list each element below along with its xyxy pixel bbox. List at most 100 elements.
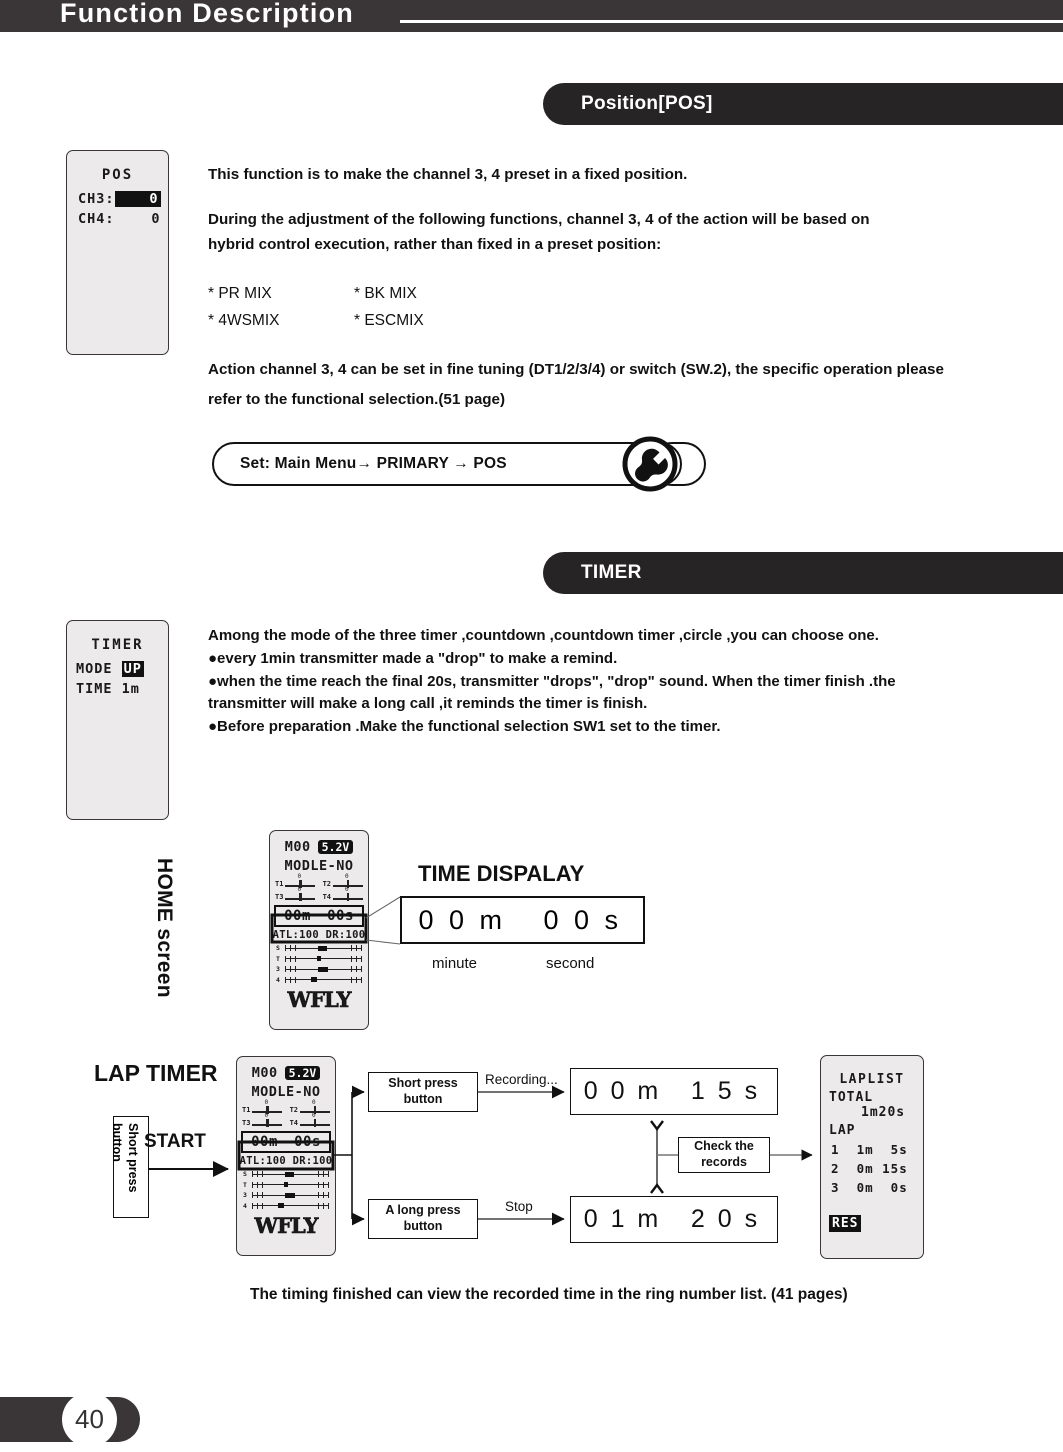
- timer-description: Among the mode of the three timer ,count…: [208, 625, 968, 739]
- battery-badge: 5.2V: [284, 1066, 321, 1080]
- pos-paragraph-2: During the adjustment of the following f…: [208, 211, 870, 253]
- lcd-pos-ch3-row: CH3: 0: [78, 191, 161, 207]
- bar-label: T: [243, 1180, 247, 1189]
- trim-t4: T4 0: [289, 1112, 330, 1127]
- set-path-capsule: Set: Main Menu→ PRIMARY → POS: [212, 442, 682, 486]
- home-timer-readout: 00m 00s: [274, 905, 364, 927]
- lcd-pos-ch4-label: CH4:: [78, 211, 115, 227]
- home-model-no: MODLE-NO: [284, 858, 354, 874]
- trim-indicators: T1 0 T2 0 T3 0 T4 0: [237, 1099, 335, 1127]
- long-press-button-box: A long press button: [368, 1199, 478, 1239]
- recording-time-display: 0 0 m 1 5 s: [570, 1068, 778, 1115]
- set-path-text: Set: Main Menu→ PRIMARY → POS: [240, 455, 507, 472]
- lcd-timer-time-label: TIME: [76, 681, 113, 697]
- bar-label: T: [276, 954, 280, 963]
- lcd-laplist-screen: LAPLIST TOTAL 1m20s LAP 1 1m 5s 2 0m 15s…: [820, 1055, 924, 1259]
- trim-row: T3 0 T4 0: [242, 1112, 330, 1127]
- start-label: START: [144, 1131, 206, 1152]
- bar-label: 4: [276, 975, 280, 984]
- trim-label: T4: [322, 893, 331, 901]
- stop-label: Stop: [505, 1199, 533, 1214]
- trim-label: T1: [242, 1106, 251, 1114]
- timer-line: Among the mode of the three timer ,count…: [208, 627, 879, 644]
- trim-label: T2: [322, 880, 331, 888]
- lcd-timer-screen: TIMER MODE UP TIME 1m: [66, 620, 169, 820]
- timer-line: ●when the time reach the final 20s, tran…: [208, 672, 896, 713]
- bar-label: S: [243, 1170, 247, 1178]
- laplist-row: 2 0m 15s: [831, 1161, 908, 1176]
- page-number: 40: [62, 1392, 117, 1447]
- home-channel-bars: S T 3 4: [270, 944, 368, 984]
- page-header-bar: Function Description: [0, 0, 1063, 32]
- bar-track: [252, 1192, 329, 1199]
- stopped-seconds: 2 0 s: [690, 1205, 761, 1233]
- laplist-res-button[interactable]: RES: [829, 1215, 862, 1232]
- trim-t2: T2 0: [290, 1099, 330, 1114]
- lcd-timer-mode-row: MODE UP: [76, 661, 144, 677]
- trim-zero: 0: [312, 1099, 316, 1106]
- trim-zero: 0: [297, 886, 302, 893]
- trim-bar-icon: 0: [285, 886, 316, 901]
- trim-t3: T3 0: [275, 886, 316, 901]
- trim-row: T1 0 T2 0: [275, 873, 363, 888]
- bar-row: 4: [276, 976, 362, 984]
- home-screen-label: HOME screen: [153, 858, 176, 998]
- trim-row: T3 0 T4 0: [275, 886, 363, 901]
- pos-paragraph-3: Action channel 3, 4 can be set in fine t…: [208, 361, 944, 408]
- bar-label: 4: [243, 1201, 247, 1210]
- bar-row: T: [243, 1181, 329, 1189]
- trim-t3: T3 0: [242, 1112, 283, 1127]
- minute-label: minute: [432, 955, 478, 972]
- lap-channel-bars: S T 3 4: [237, 1170, 335, 1210]
- trim-label: T1: [275, 880, 284, 888]
- trim-indicators: T1 0 T2 0 T3 0 T4 0: [270, 873, 368, 901]
- lap-timer-readout: 00m 00s: [241, 1131, 331, 1153]
- pos-mix-item: * ESCMIX: [354, 311, 424, 329]
- lcd-timer-time-value: 1m: [121, 681, 140, 697]
- check-records-label: Check the records: [694, 1139, 754, 1169]
- timer-line: ●Before preparation .Make the functional…: [208, 718, 721, 736]
- trim-zero: 0: [312, 1112, 316, 1119]
- section-title-timer: TIMER: [543, 552, 1063, 594]
- lap-atl-dr-row: ATL:100 DR:100: [237, 1155, 335, 1167]
- long-press-box-label: A long press button: [385, 1203, 461, 1233]
- home-atl-value: ATL:100: [272, 929, 319, 941]
- home-status-row: M00 5.2V: [270, 839, 368, 855]
- trim-bar-icon: 0: [252, 1112, 283, 1127]
- home-model-name: M00: [284, 839, 311, 855]
- lcd-home-screen: M00 5.2V MODLE-NO T1 0 T2 0 T3 0 T4 0 00…: [269, 830, 369, 1030]
- trim-zero: 0: [345, 886, 349, 893]
- trim-label: T4: [289, 1119, 298, 1127]
- lcd-timer-mode-label: MODE: [76, 661, 113, 677]
- trim-zero: 0: [345, 873, 349, 880]
- time-display-minutes: 0 0 m: [418, 904, 507, 935]
- bar-label: S: [276, 944, 280, 952]
- trim-t1: T1 0: [275, 873, 316, 888]
- recording-seconds: 1 5 s: [690, 1077, 761, 1105]
- trim-row: T1 0 T2 0: [242, 1099, 330, 1114]
- bar-track: [285, 945, 362, 952]
- lcd-pos-ch3-label: CH3:: [78, 191, 115, 207]
- lcd-timer-time-row: TIME 1m: [76, 681, 140, 697]
- pos-mix-item: * PR MIX: [208, 285, 272, 302]
- lcd-timer-title: TIMER: [91, 637, 144, 653]
- bar-track: [252, 1202, 329, 1209]
- pos-mix-item: * 4WSMIX: [208, 311, 280, 329]
- trim-label: T3: [275, 893, 284, 901]
- pos-mix-item: * BK MIX: [354, 285, 417, 302]
- wfly-logo: WFLY: [287, 986, 352, 1012]
- time-display-seconds: 0 0 s: [543, 904, 623, 935]
- lap-model-name: M00: [251, 1065, 278, 1081]
- pos-paragraph-1: This function is to make the channel 3, …: [208, 166, 688, 183]
- trim-zero: 0: [264, 1112, 269, 1119]
- home-dr-value: DR:100: [325, 929, 366, 941]
- lap-short-press-source-label: Short press button: [110, 1123, 140, 1193]
- trim-t2: T2 0: [322, 873, 363, 888]
- trim-t4: T4 0: [322, 886, 363, 901]
- laplist-lap-label: LAP: [829, 1123, 856, 1138]
- pos-mix-row: * 4WSMIX * ESCMIX: [208, 308, 424, 335]
- short-press-button-box: Short press button: [368, 1072, 478, 1112]
- recording-minutes: 0 0 m: [583, 1077, 662, 1105]
- laplist-row: 3 0m 0s: [831, 1180, 908, 1195]
- short-press-box-label: Short press button: [388, 1076, 458, 1106]
